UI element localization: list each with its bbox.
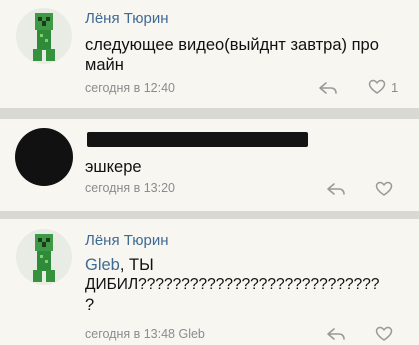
reply-arrow-icon [327, 328, 345, 340]
heart-icon [368, 79, 386, 94]
creeper-avatar-icon [16, 8, 72, 64]
mention-link[interactable]: Gleb [85, 256, 120, 274]
avatar[interactable] [16, 229, 72, 285]
creeper-avatar-icon [16, 229, 72, 285]
reply-button[interactable] [326, 326, 346, 342]
heart-icon [375, 181, 393, 196]
timestamp-time: сегодня в 13:48 [85, 327, 175, 341]
comment-text: следующее видео(выйднт завтра) про майн [85, 36, 379, 74]
reply-button[interactable] [326, 181, 346, 197]
like-button[interactable] [375, 326, 393, 342]
comment-card: Лёня Тюрин следующее видео(выйднт завтра… [0, 0, 419, 108]
redacted-author-name [87, 132, 308, 147]
avatar[interactable] [15, 128, 73, 186]
avatar[interactable] [16, 8, 72, 64]
comment-text-line3: ? [85, 296, 95, 314]
reply-arrow-icon [327, 183, 345, 195]
like-button[interactable]: 1 [368, 79, 398, 95]
like-button[interactable] [375, 181, 393, 197]
heart-icon [375, 326, 393, 341]
comment-text-line2: ДИБИЛ???????????????????????????? [85, 276, 380, 293]
reply-to-name[interactable]: Gleb [178, 327, 204, 341]
comment-card: эшкере сегодня в 13:20 [0, 119, 419, 211]
timestamp[interactable]: сегодня в 12:40 [85, 81, 175, 95]
comment-text: эшкере [85, 158, 142, 176]
comment-text-line1: , ТЫ [119, 256, 154, 274]
reply-arrow-icon [319, 82, 337, 94]
reply-button[interactable] [318, 80, 338, 96]
timestamp[interactable]: сегодня в 13:48 Gleb [85, 327, 205, 341]
timestamp[interactable]: сегодня в 13:20 [85, 181, 175, 195]
author-name[interactable]: Лёня Тюрин [85, 10, 169, 27]
comment-card: Лёня Тюрин Gleb, ТЫ ДИБИЛ???????????????… [0, 219, 419, 345]
comment-text: Gleb, ТЫ ДИБИЛ??????????????????????????… [85, 255, 410, 315]
like-count: 1 [391, 79, 399, 95]
author-name[interactable]: Лёня Тюрин [85, 232, 169, 249]
